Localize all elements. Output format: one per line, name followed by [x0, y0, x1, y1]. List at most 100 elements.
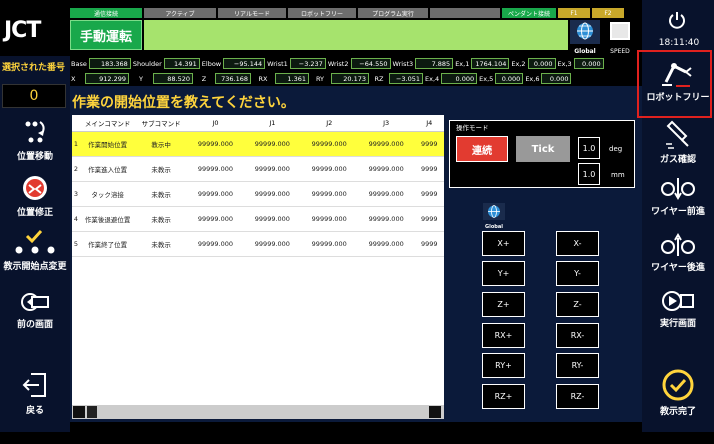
- col-number: [72, 115, 80, 132]
- j1-cell: 99999.000: [243, 231, 301, 257]
- mm-step-input[interactable]: 1.0: [578, 163, 600, 185]
- joint-value: 7.885: [415, 58, 454, 69]
- wire-forward-button[interactable]: ワイヤー前進: [642, 176, 714, 217]
- table-row[interactable]: 1 作業開始位置 教示中 99999.000 99999.000 99999.0…: [72, 131, 444, 157]
- j2-cell: 99999.000: [300, 206, 358, 232]
- row-number: 4: [72, 206, 80, 232]
- main-command-cell: 作業進入位置: [79, 156, 136, 182]
- main-command-cell: 作業開始位置: [79, 131, 136, 157]
- bottom-bar: [0, 432, 714, 444]
- jog-rz-minus-button[interactable]: RZ-: [556, 384, 599, 409]
- j3-cell: 99999.000: [357, 156, 415, 182]
- deg-step-input[interactable]: 1.0: [578, 137, 600, 159]
- position-move-button[interactable]: 位置移動: [0, 116, 70, 162]
- j0-cell: 99999.000: [187, 181, 244, 207]
- j2-cell: 99999.000: [300, 131, 358, 157]
- scroll-right-button[interactable]: [429, 406, 441, 418]
- status-bar: 通信接続 アクティブ リアルモード ロボットフリー プログラム実行 ペンダント接…: [70, 8, 624, 18]
- jog-ry-plus-button[interactable]: RY+: [482, 353, 525, 378]
- jog-rx-plus-button[interactable]: RX+: [482, 323, 525, 348]
- jog-ry-minus-button[interactable]: RY-: [556, 353, 599, 378]
- sub-command-cell: 未教示: [135, 181, 188, 207]
- previous-screen-label: 前の画面: [16, 320, 53, 330]
- wire-backward-label: ワイヤー後進: [651, 263, 705, 273]
- table-row[interactable]: 2 作業進入位置 未教示 99999.000 99999.000 99999.0…: [72, 156, 444, 182]
- table-row[interactable]: 5 作業終了位置 未教示 99999.000 99999.000 99999.0…: [72, 231, 444, 257]
- coord-label: RY: [315, 74, 325, 83]
- j1-cell: 99999.000: [243, 156, 301, 182]
- j2-cell: 99999.000: [300, 156, 358, 182]
- coord-label: Y: [139, 74, 143, 83]
- execution-screen-label: 実行画面: [659, 319, 696, 329]
- continuous-button[interactable]: 連続: [456, 136, 508, 162]
- joint-value: −3.237: [289, 58, 326, 69]
- jog-z-plus-button[interactable]: Z+: [482, 292, 525, 317]
- global-label: Global: [574, 48, 596, 55]
- jog-rx-minus-button[interactable]: RX-: [556, 323, 599, 348]
- position-correct-label: 位置修正: [16, 208, 53, 218]
- coord-value: 736.168: [215, 73, 251, 84]
- scroll-left-button[interactable]: [73, 406, 85, 418]
- scroll-thumb[interactable]: [87, 406, 97, 418]
- jog-y-minus-button[interactable]: Y-: [556, 261, 599, 286]
- row-number: 2: [72, 156, 80, 182]
- table-row[interactable]: 4 作業後退避位置 未教示 99999.000 99999.000 99999.…: [72, 206, 444, 232]
- col-j0: J0: [187, 115, 244, 132]
- joint-value: 14.391: [163, 58, 200, 69]
- j3-cell: 99999.000: [357, 206, 415, 232]
- joint-label: Wrist3: [392, 59, 414, 68]
- coord-label: Ex,6: [525, 74, 540, 83]
- joint-label: Ex,2: [511, 59, 526, 68]
- table-header-row: メインコマンド サブコマンド J0 J1 J2 J3 J4: [72, 115, 444, 132]
- j4-cell: 9999: [414, 181, 444, 207]
- mode-indicator: 手動運転: [70, 20, 142, 50]
- status-blank: [430, 8, 500, 18]
- command-table: メインコマンド サブコマンド J0 J1 J2 J3 J4 1 作業開始位置 教…: [72, 115, 444, 405]
- position-correct-button[interactable]: 位置修正: [0, 174, 70, 218]
- joint-value: 1764.104: [471, 58, 510, 69]
- previous-screen-button[interactable]: 前の画面: [0, 290, 70, 330]
- main-command-cell: 作業後退避位置: [79, 206, 136, 232]
- teach-start-change-button[interactable]: 教示開始点変更: [0, 228, 70, 272]
- horizontal-scrollbar[interactable]: [72, 405, 444, 419]
- status-active: アクティブ: [144, 8, 216, 18]
- teach-complete-button[interactable]: 教示完了: [642, 368, 714, 417]
- back-button[interactable]: 戻る: [0, 370, 70, 416]
- row-number: 5: [72, 231, 80, 257]
- selected-number-value: 0: [2, 84, 66, 108]
- status-real-mode: リアルモード: [218, 8, 286, 18]
- jog-z-minus-button[interactable]: Z-: [556, 292, 599, 317]
- coordinate-values-row: X 912.299 Y 88.520 Z 736.168 RX 1.361 RY…: [70, 73, 572, 84]
- j0-cell: 99999.000: [187, 156, 244, 182]
- jog-rz-plus-button[interactable]: RZ+: [482, 384, 525, 409]
- row-number: 1: [72, 131, 80, 157]
- status-pendant: ペンダント接続: [502, 8, 556, 18]
- sub-command-cell: 教示中: [135, 131, 188, 157]
- jog-global-icon[interactable]: Global: [483, 203, 505, 230]
- coord-label: RZ: [374, 74, 384, 83]
- jog-y-plus-button[interactable]: Y+: [482, 261, 525, 286]
- teach-pendant-screen: JCT 通信接続 アクティブ リアルモード ロボットフリー プログラム実行 ペン…: [0, 0, 714, 444]
- wire-backward-button[interactable]: ワイヤー後進: [642, 232, 714, 273]
- execution-screen-button[interactable]: 実行画面: [642, 288, 714, 329]
- position-correct-icon: [23, 176, 47, 200]
- row-number: 3: [72, 181, 80, 207]
- deg-unit: deg: [609, 145, 623, 153]
- col-j4: J4: [414, 115, 444, 132]
- global-coordinate-icon[interactable]: Global: [570, 20, 600, 55]
- joint-value: 183.368: [88, 58, 131, 69]
- teach-start-change-icon: [15, 229, 55, 254]
- j4-cell: 9999: [414, 131, 444, 157]
- coord-value: 20.173: [331, 73, 369, 84]
- power-icon[interactable]: [667, 10, 687, 30]
- gas-check-button[interactable]: ガス確認: [642, 120, 714, 165]
- jog-x-minus-button[interactable]: X-: [556, 231, 599, 256]
- speed-label: SPEED: [610, 48, 630, 55]
- jog-x-plus-button[interactable]: X+: [482, 231, 525, 256]
- torch-icon: [666, 120, 689, 149]
- speed-icon[interactable]: SPEED: [604, 20, 636, 55]
- tick-button[interactable]: Tick: [516, 136, 570, 162]
- joint-values-row: Base 183.368 Shoulder 14.391 Elbow −95.1…: [70, 58, 604, 69]
- table-row[interactable]: 3 タック溶接 未教示 99999.000 99999.000 99999.00…: [72, 181, 444, 207]
- previous-screen-icon: [21, 293, 49, 311]
